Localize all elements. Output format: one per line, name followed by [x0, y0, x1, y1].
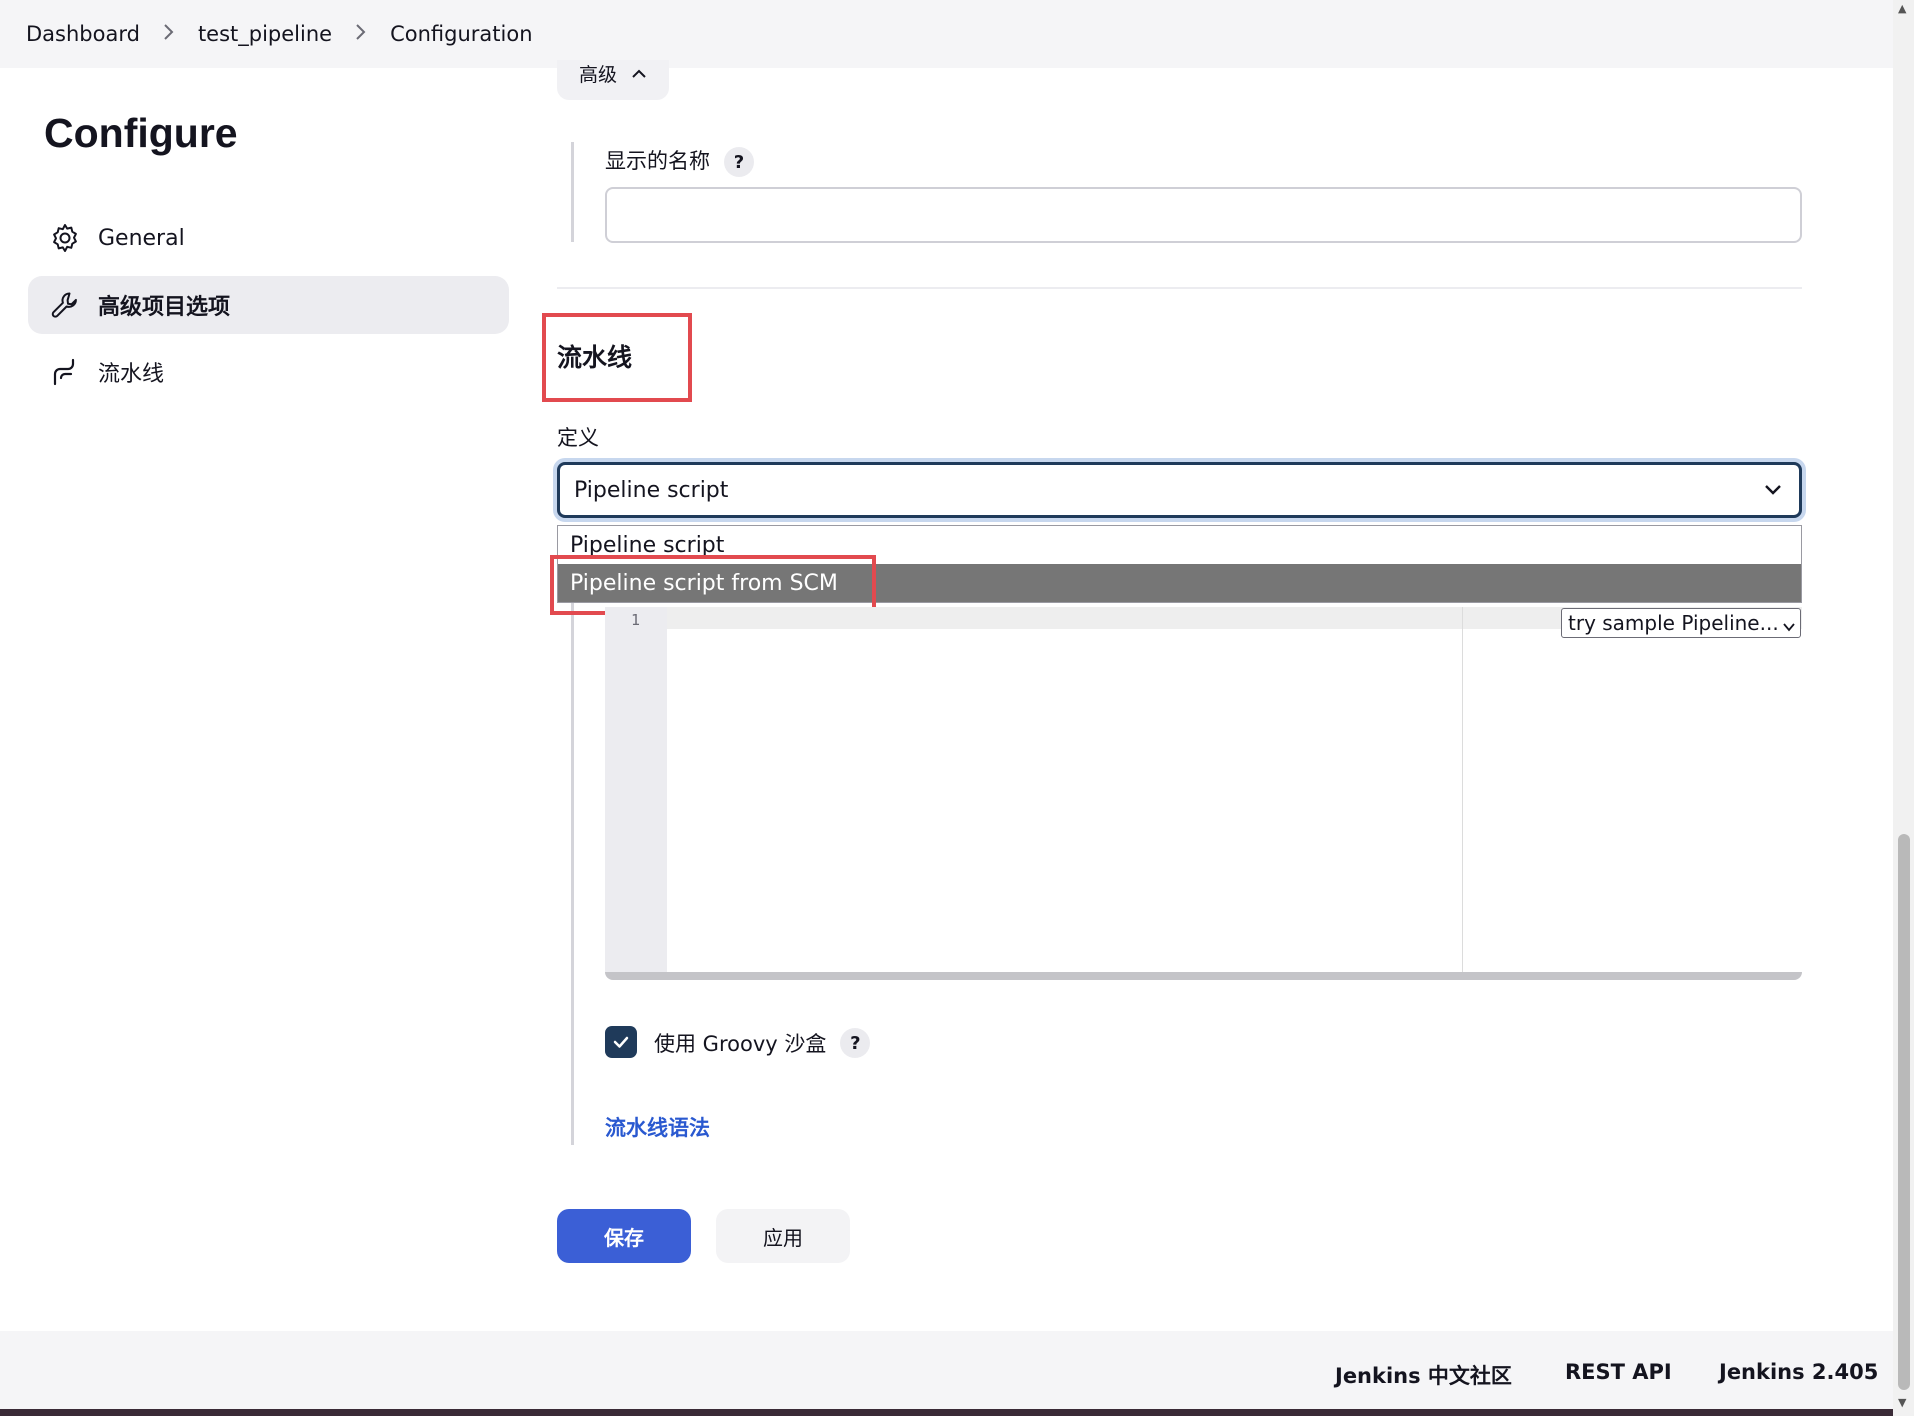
footer-link-community[interactable]: Jenkins 中文社区 — [1335, 1360, 1512, 1390]
advanced-toggle-label: 高级 — [578, 63, 617, 86]
scroll-down-icon[interactable]: ▼ — [1898, 1396, 1906, 1409]
pipeline-syntax-link[interactable]: 流水线语法 — [605, 1112, 710, 1142]
sidebar-item-pipeline[interactable]: 流水线 — [28, 343, 509, 401]
display-name-label: 显示的名称? — [605, 145, 754, 177]
breadcrumb: Dashboard test_pipeline Configuration — [0, 0, 1893, 68]
scrollbar-thumb[interactable] — [1898, 834, 1910, 1390]
chevron-up-icon — [631, 62, 647, 84]
gear-icon — [48, 221, 82, 255]
breadcrumb-test-pipeline[interactable]: test_pipeline — [198, 22, 332, 46]
display-name-label-text: 显示的名称 — [605, 149, 710, 173]
help-icon[interactable]: ? — [724, 147, 754, 177]
footer-link-version[interactable]: Jenkins 2.405 — [1719, 1360, 1878, 1384]
save-button[interactable]: 保存 — [557, 1209, 691, 1263]
display-name-input[interactable] — [605, 187, 1802, 243]
chevron-down-icon — [1782, 615, 1796, 637]
apply-button[interactable]: 应用 — [716, 1209, 850, 1263]
sample-pipeline-value: try sample Pipeline... — [1568, 611, 1779, 635]
pipeline-script-editor[interactable]: 1 — [605, 607, 1802, 980]
divider — [557, 287, 1802, 289]
section-indent-line — [571, 600, 574, 1145]
chevron-right-icon — [354, 22, 368, 46]
help-icon[interactable]: ? — [840, 1028, 871, 1058]
definition-select[interactable]: Pipeline script — [557, 462, 1802, 518]
groovy-sandbox-label: 使用 Groovy 沙盒? — [654, 1028, 871, 1058]
wrench-icon — [48, 288, 82, 322]
groovy-sandbox-checkbox[interactable] — [605, 1026, 637, 1058]
breadcrumb-dashboard[interactable]: Dashboard — [26, 22, 140, 46]
definition-label: 定义 — [557, 426, 599, 450]
footer-link-rest-api[interactable]: REST API — [1565, 1360, 1672, 1384]
scroll-up-icon[interactable]: ▲ — [1898, 2, 1906, 15]
definition-selected-value: Pipeline script — [574, 477, 729, 503]
section-indent-line — [571, 142, 574, 242]
chevron-right-icon — [162, 22, 176, 46]
page-title: Configure — [44, 110, 238, 156]
sidebar-item-label: 高级项目选项 — [98, 295, 231, 320]
sidebar-item-advanced[interactable]: 高级项目选项 — [28, 276, 509, 334]
taskbar-edge — [0, 1409, 1893, 1416]
sidebar-item-label: General — [98, 225, 185, 251]
groovy-sandbox-label-text: 使用 Groovy 沙盒 — [654, 1032, 827, 1056]
highlight-box — [550, 555, 876, 615]
editor-line-number: 1 — [631, 611, 641, 629]
sidebar-item-label: 流水线 — [98, 362, 165, 387]
chevron-down-icon — [1763, 479, 1783, 505]
pipeline-icon — [48, 355, 82, 389]
sample-pipeline-select[interactable]: try sample Pipeline... — [1561, 608, 1801, 638]
highlight-box — [542, 313, 692, 402]
sidebar-item-general[interactable]: General — [28, 209, 509, 267]
breadcrumb-configuration[interactable]: Configuration — [390, 22, 532, 46]
editor-gutter — [605, 607, 667, 972]
checkmark-icon — [613, 1036, 629, 1048]
advanced-toggle-button[interactable]: 高级 — [557, 60, 669, 100]
editor-divider — [1462, 607, 1463, 972]
